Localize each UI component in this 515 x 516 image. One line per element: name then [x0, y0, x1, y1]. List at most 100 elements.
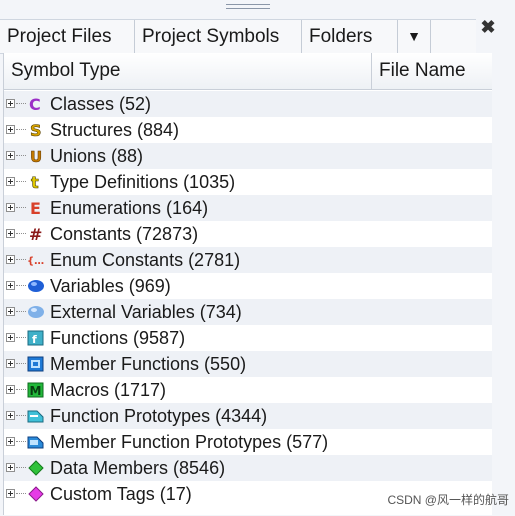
- tree-row-label: Unions (88): [50, 146, 144, 166]
- tree-row-classes[interactable]: C Classes (52): [4, 91, 492, 117]
- tree-connector: [16, 207, 26, 208]
- expand-icon[interactable]: [6, 437, 15, 446]
- tab-folders[interactable]: Folders: [302, 20, 398, 53]
- tab-project-symbols[interactable]: Project Symbols: [135, 20, 302, 53]
- tree-row-type-definitions[interactable]: t Type Definitions (1035): [4, 169, 492, 195]
- tree-row-label: Function Prototypes (4344): [50, 406, 268, 426]
- tree-row-label: Type Definitions (1035): [50, 172, 236, 192]
- typedef-icon: t: [31, 173, 40, 191]
- tab-overflow-dropdown-icon[interactable]: ▼: [398, 20, 431, 53]
- expand-icon[interactable]: [6, 489, 15, 498]
- expand-icon[interactable]: [6, 255, 15, 264]
- macro-icon: M: [27, 382, 44, 398]
- tree-row-label: Structures (884): [50, 120, 180, 140]
- svg-text:{…}: {…}: [27, 256, 45, 267]
- svg-text:t: t: [31, 173, 39, 191]
- tree-row-constants[interactable]: # Constants (72873): [4, 221, 492, 247]
- tree-connector: [16, 285, 26, 286]
- tree-row-function-prototypes[interactable]: Function Prototypes (4344): [4, 403, 492, 429]
- svg-text:M: M: [30, 384, 42, 398]
- tree-connector: [16, 181, 26, 182]
- member-function-icon: [27, 356, 44, 372]
- expand-icon[interactable]: [6, 99, 15, 108]
- svg-text:E: E: [30, 199, 41, 217]
- column-header-symbol-type[interactable]: Symbol Type: [4, 53, 372, 89]
- expand-icon[interactable]: [6, 151, 15, 160]
- symbol-tree: C Classes (52) S Structures (884) U Unio…: [4, 91, 492, 507]
- class-icon: C: [29, 95, 41, 113]
- tree-row-variables[interactable]: Variables (969): [4, 273, 492, 299]
- tree-row-structures[interactable]: S Structures (884): [4, 117, 492, 143]
- tree-row-functions[interactable]: f Functions (9587): [4, 325, 492, 351]
- tab-bar: Project Files Project Symbols Folders ▼: [0, 19, 476, 54]
- tree-row-label: Classes (52): [50, 94, 152, 114]
- union-icon: U: [30, 148, 43, 165]
- expand-icon[interactable]: [6, 203, 15, 212]
- tree-row-member-function-prototypes[interactable]: Member Function Prototypes (577): [4, 429, 492, 455]
- tree-row-label: Variables (969): [50, 276, 171, 296]
- tree-row-label: External Variables (734): [50, 302, 242, 322]
- tree-row-label: Member Functions (550): [50, 354, 247, 374]
- svg-text:C: C: [29, 95, 41, 113]
- tree-row-member-functions[interactable]: Member Functions (550): [4, 351, 492, 377]
- close-panel-button[interactable]: ✖: [478, 17, 498, 37]
- tree-row-macros[interactable]: M Macros (1717): [4, 377, 492, 403]
- constant-icon: #: [29, 225, 42, 243]
- tree-row-external-variables[interactable]: External Variables (734): [4, 299, 492, 325]
- expand-icon[interactable]: [6, 463, 15, 472]
- external-variable-icon: [28, 306, 44, 318]
- tree-row-label: Constants (72873): [50, 224, 199, 244]
- tree-row-label: Member Function Prototypes (577): [50, 432, 329, 452]
- tree-row-enumerations[interactable]: E Enumerations (164): [4, 195, 492, 221]
- expand-icon[interactable]: [6, 125, 15, 134]
- tree-row-label: Custom Tags (17): [50, 484, 192, 504]
- column-header-file-name[interactable]: File Name: [372, 53, 492, 89]
- panel-drag-grip[interactable]: [226, 3, 270, 11]
- tree-connector: [16, 103, 26, 104]
- tree-row-label: Data Members (8546): [50, 458, 226, 478]
- svg-text:#: #: [29, 225, 42, 243]
- tree-connector: [16, 129, 26, 130]
- data-member-icon: [28, 460, 44, 476]
- tree-row-unions[interactable]: U Unions (88): [4, 143, 492, 169]
- expand-icon[interactable]: [6, 229, 15, 238]
- tree-connector: [16, 337, 26, 338]
- member-function-prototype-icon: [27, 436, 44, 449]
- watermark-text: CSDN @风一样的航哥: [387, 493, 509, 507]
- tree-connector: [16, 467, 26, 468]
- svg-text:f: f: [32, 333, 37, 346]
- tree-connector: [16, 441, 26, 442]
- tree-connector: [16, 493, 26, 494]
- tree-row-enum-constants[interactable]: {…} Enum Constants (2781): [4, 247, 492, 273]
- tree-connector: [16, 389, 26, 390]
- tree-connector: [16, 233, 26, 234]
- svg-text:S: S: [30, 121, 42, 139]
- expand-icon[interactable]: [6, 359, 15, 368]
- column-header: Symbol Type File Name: [4, 53, 492, 90]
- function-icon: f: [27, 330, 44, 346]
- tree-connector: [16, 259, 26, 260]
- symbol-tree-panel: Symbol Type File Name C Classes (52) S S…: [3, 53, 492, 515]
- expand-icon[interactable]: [6, 333, 15, 342]
- custom-tag-icon: [28, 486, 44, 502]
- expand-icon[interactable]: [6, 307, 15, 316]
- struct-icon: S: [30, 121, 42, 139]
- tree-row-data-members[interactable]: Data Members (8546): [4, 455, 492, 481]
- tree-row-label: Macros (1717): [50, 380, 167, 400]
- function-prototype-icon: [27, 410, 44, 423]
- tree-connector: [16, 363, 26, 364]
- svg-text:U: U: [30, 148, 42, 165]
- tree-row-label: Enum Constants (2781): [50, 250, 241, 270]
- enum-constant-icon: {…}: [27, 256, 45, 267]
- tree-connector: [16, 415, 26, 416]
- tab-project-files[interactable]: Project Files: [0, 20, 135, 53]
- variable-icon: [28, 280, 44, 292]
- tree-connector: [16, 155, 26, 156]
- tree-row-label: Enumerations (164): [50, 198, 209, 218]
- expand-icon[interactable]: [6, 281, 15, 290]
- expand-icon[interactable]: [6, 177, 15, 186]
- tree-row-label: Functions (9587): [50, 328, 186, 348]
- expand-icon[interactable]: [6, 411, 15, 420]
- expand-icon[interactable]: [6, 385, 15, 394]
- tree-connector: [16, 311, 26, 312]
